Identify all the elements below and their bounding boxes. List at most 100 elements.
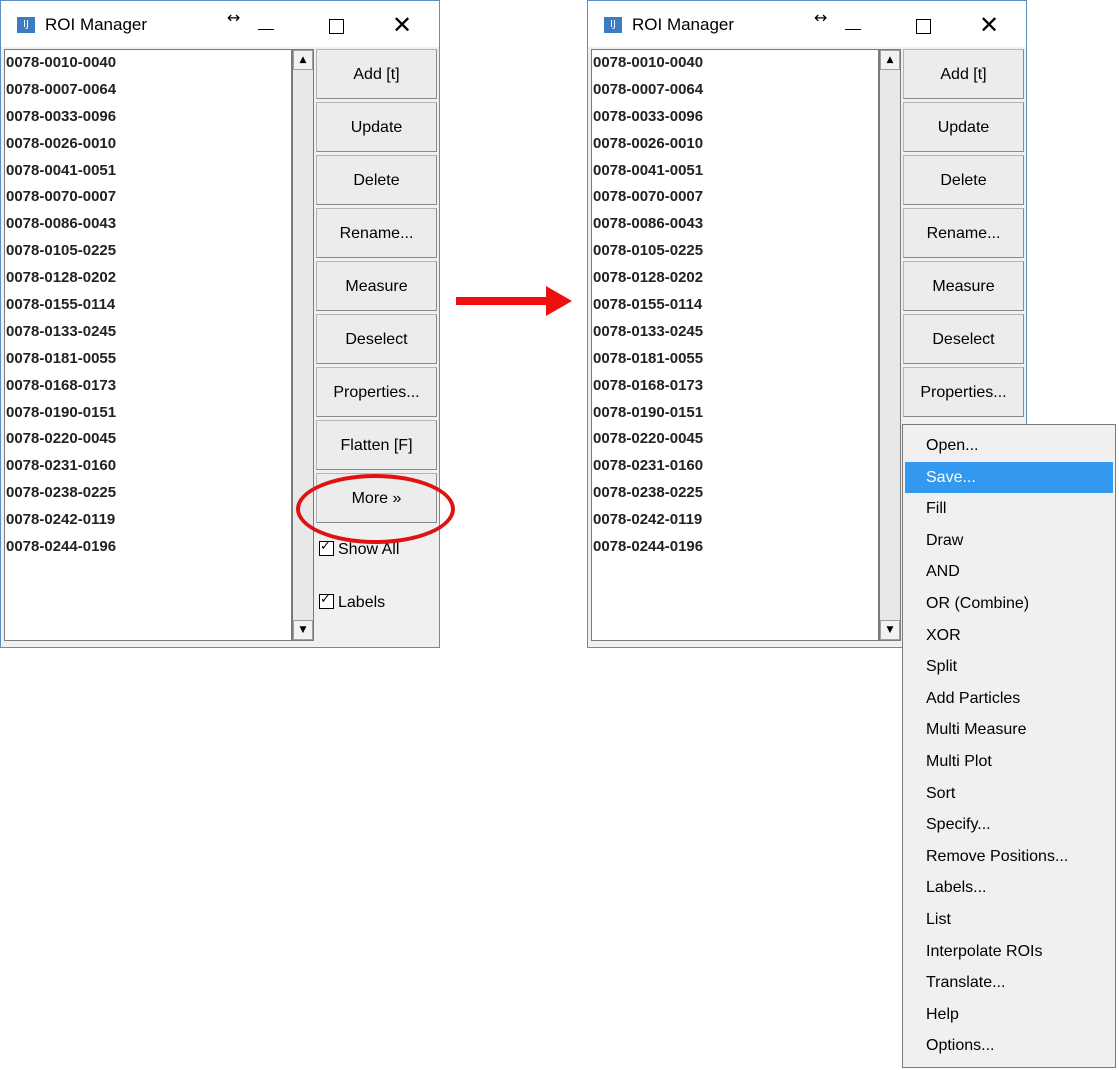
roi-list-item[interactable]: 0078-0105-0225 bbox=[592, 238, 878, 265]
labels-checkbox[interactable]: ✓ Labels bbox=[319, 592, 385, 612]
roi-list-item[interactable]: 0078-0190-0151 bbox=[592, 400, 878, 427]
menu-item-fill[interactable]: Fill bbox=[903, 493, 1115, 525]
button-panel: Add [t] Update Delete Rename... Measure … bbox=[903, 49, 1024, 420]
scroll-down-arrow-icon[interactable]: ▼ bbox=[880, 620, 900, 640]
roi-list-item[interactable]: 0078-0190-0151 bbox=[5, 400, 291, 427]
roi-list-item[interactable]: 0078-0244-0196 bbox=[5, 534, 291, 561]
roi-list-item[interactable]: 0078-0033-0096 bbox=[592, 104, 878, 131]
menu-item-split[interactable]: Split bbox=[903, 651, 1115, 683]
delete-button[interactable]: Delete bbox=[903, 155, 1024, 205]
scroll-down-arrow-icon[interactable]: ▼ bbox=[293, 620, 313, 640]
roi-list-item[interactable]: 0078-0181-0055 bbox=[592, 346, 878, 373]
roi-list-item[interactable]: 0078-0033-0096 bbox=[5, 104, 291, 131]
menu-item-options[interactable]: Options... bbox=[903, 1030, 1115, 1062]
roi-list-item[interactable]: 0078-0086-0043 bbox=[5, 211, 291, 238]
roi-list[interactable]: 0078-0010-0040 0078-0007-0064 0078-0033-… bbox=[4, 49, 292, 641]
add-button[interactable]: Add [t] bbox=[903, 49, 1024, 99]
menu-item-sort[interactable]: Sort bbox=[903, 778, 1115, 810]
menu-item-and[interactable]: AND bbox=[903, 556, 1115, 588]
menu-item-draw[interactable]: Draw bbox=[903, 525, 1115, 557]
menu-item-xor[interactable]: XOR bbox=[903, 620, 1115, 652]
title-bar[interactable]: IJ ROI Manager ↔ ✕ bbox=[1, 1, 439, 47]
roi-list-item[interactable]: 0078-0010-0040 bbox=[5, 50, 291, 77]
deselect-button[interactable]: Deselect bbox=[903, 314, 1024, 364]
roi-list-item[interactable]: 0078-0010-0040 bbox=[592, 50, 878, 77]
update-button[interactable]: Update bbox=[316, 102, 437, 152]
menu-item-or-combine[interactable]: OR (Combine) bbox=[903, 588, 1115, 620]
add-button[interactable]: Add [t] bbox=[316, 49, 437, 99]
roi-list-item[interactable]: 0078-0220-0045 bbox=[592, 426, 878, 453]
menu-item-add-particles[interactable]: Add Particles bbox=[903, 683, 1115, 715]
menu-item-interpolate-rois[interactable]: Interpolate ROIs bbox=[903, 936, 1115, 968]
menu-item-remove-positions[interactable]: Remove Positions... bbox=[903, 841, 1115, 873]
roi-list[interactable]: 0078-0010-0040 0078-0007-0064 0078-0033-… bbox=[591, 49, 879, 641]
vertical-scrollbar[interactable]: ▲ ▼ bbox=[879, 49, 901, 641]
maximize-icon[interactable] bbox=[329, 19, 344, 34]
roi-list-item[interactable]: 0078-0128-0202 bbox=[592, 265, 878, 292]
menu-item-translate[interactable]: Translate... bbox=[903, 967, 1115, 999]
arrow-right-icon bbox=[546, 286, 572, 316]
menu-item-open[interactable]: Open... bbox=[903, 430, 1115, 462]
roi-list-item[interactable]: 0078-0244-0196 bbox=[592, 534, 878, 561]
roi-list-item[interactable]: 0078-0026-0010 bbox=[592, 131, 878, 158]
resize-icon[interactable]: ↔ bbox=[227, 8, 240, 27]
roi-list-item[interactable]: 0078-0070-0007 bbox=[592, 184, 878, 211]
menu-item-multi-measure[interactable]: Multi Measure bbox=[903, 714, 1115, 746]
roi-list-item[interactable]: 0078-0155-0114 bbox=[592, 292, 878, 319]
measure-button[interactable]: Measure bbox=[316, 261, 437, 311]
scroll-up-arrow-icon[interactable]: ▲ bbox=[880, 50, 900, 70]
arrow-shaft bbox=[456, 297, 546, 305]
roi-list-item[interactable]: 0078-0086-0043 bbox=[592, 211, 878, 238]
roi-list-item[interactable]: 0078-0007-0064 bbox=[592, 77, 878, 104]
roi-list-item[interactable]: 0078-0220-0045 bbox=[5, 426, 291, 453]
roi-list-item[interactable]: 0078-0168-0173 bbox=[5, 373, 291, 400]
flatten-button[interactable]: Flatten [F] bbox=[316, 420, 437, 470]
vertical-scrollbar[interactable]: ▲ ▼ bbox=[292, 49, 314, 641]
roi-list-item[interactable]: 0078-0155-0114 bbox=[5, 292, 291, 319]
menu-item-help[interactable]: Help bbox=[903, 999, 1115, 1031]
maximize-icon[interactable] bbox=[916, 19, 931, 34]
close-icon[interactable]: ✕ bbox=[392, 11, 412, 39]
roi-list-item[interactable]: 0078-0242-0119 bbox=[592, 507, 878, 534]
roi-list-item[interactable]: 0078-0070-0007 bbox=[5, 184, 291, 211]
roi-list-item[interactable]: 0078-0041-0051 bbox=[5, 158, 291, 185]
show-all-checkbox[interactable]: ✓ Show All bbox=[319, 539, 399, 559]
roi-list-item[interactable]: 0078-0242-0119 bbox=[5, 507, 291, 534]
menu-item-labels[interactable]: Labels... bbox=[903, 872, 1115, 904]
menu-item-multi-plot[interactable]: Multi Plot bbox=[903, 746, 1115, 778]
roi-list-item[interactable]: 0078-0238-0225 bbox=[592, 480, 878, 507]
roi-list-item[interactable]: 0078-0133-0245 bbox=[5, 319, 291, 346]
roi-list-item[interactable]: 0078-0231-0160 bbox=[5, 453, 291, 480]
properties-button[interactable]: Properties... bbox=[316, 367, 437, 417]
scroll-up-arrow-icon[interactable]: ▲ bbox=[293, 50, 313, 70]
roi-list-item[interactable]: 0078-0041-0051 bbox=[592, 158, 878, 185]
checkbox-checked-icon[interactable]: ✓ bbox=[319, 592, 334, 609]
roi-list-item[interactable]: 0078-0168-0173 bbox=[592, 373, 878, 400]
roi-list-item[interactable]: 0078-0133-0245 bbox=[592, 319, 878, 346]
menu-item-list[interactable]: List bbox=[903, 904, 1115, 936]
checkbox-checked-icon[interactable]: ✓ bbox=[319, 539, 334, 556]
minimize-icon[interactable] bbox=[845, 29, 861, 30]
properties-button[interactable]: Properties... bbox=[903, 367, 1024, 417]
minimize-icon[interactable] bbox=[258, 29, 274, 30]
roi-manager-window-before: IJ ROI Manager ↔ ✕ 0078-0010-0040 0078-0… bbox=[0, 0, 440, 648]
roi-list-item[interactable]: 0078-0238-0225 bbox=[5, 480, 291, 507]
rename-button[interactable]: Rename... bbox=[903, 208, 1024, 258]
roi-list-item[interactable]: 0078-0105-0225 bbox=[5, 238, 291, 265]
roi-list-item[interactable]: 0078-0007-0064 bbox=[5, 77, 291, 104]
roi-list-item[interactable]: 0078-0181-0055 bbox=[5, 346, 291, 373]
roi-list-item[interactable]: 0078-0128-0202 bbox=[5, 265, 291, 292]
more-popup-menu: Open... Save... Fill Draw AND OR (Combin… bbox=[902, 424, 1116, 1068]
resize-icon[interactable]: ↔ bbox=[814, 8, 827, 27]
menu-item-save[interactable]: Save... bbox=[905, 461, 1113, 494]
close-icon[interactable]: ✕ bbox=[979, 11, 999, 39]
title-bar[interactable]: IJ ROI Manager ↔ ✕ bbox=[588, 1, 1026, 47]
deselect-button[interactable]: Deselect bbox=[316, 314, 437, 364]
delete-button[interactable]: Delete bbox=[316, 155, 437, 205]
roi-list-item[interactable]: 0078-0231-0160 bbox=[592, 453, 878, 480]
update-button[interactable]: Update bbox=[903, 102, 1024, 152]
menu-item-specify[interactable]: Specify... bbox=[903, 809, 1115, 841]
roi-list-item[interactable]: 0078-0026-0010 bbox=[5, 131, 291, 158]
measure-button[interactable]: Measure bbox=[903, 261, 1024, 311]
rename-button[interactable]: Rename... bbox=[316, 208, 437, 258]
